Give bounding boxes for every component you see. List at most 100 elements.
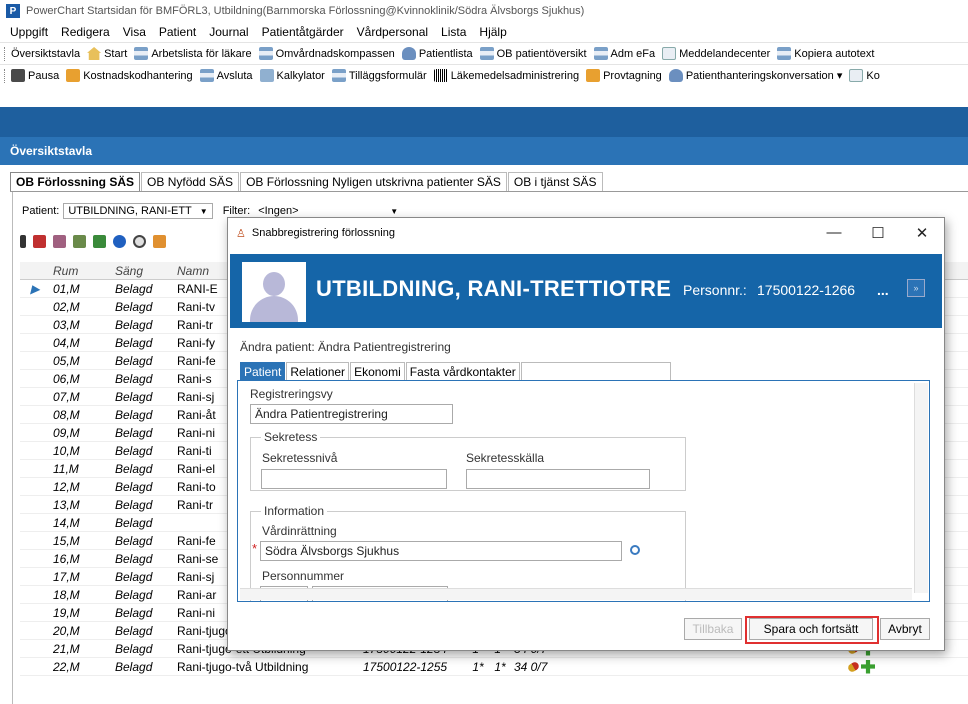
cell-rum: 09,M [53, 425, 80, 440]
tab-fasta-vardkontakter[interactable]: Fasta vårdkontakter [405, 362, 520, 381]
toolbar-button-8[interactable]: Ko [849, 69, 880, 82]
toolbar-secondary: Pausa Kostnadskodhantering Avsluta Kalkylat… [0, 64, 968, 86]
toolbar-button-label: Kostnadskodhantering [83, 69, 193, 82]
menu-item-7[interactable]: Lista [441, 25, 466, 39]
tab-1[interactable]: OB Nyfödd SÄS [141, 172, 240, 192]
tab-relationer[interactable]: Relationer [286, 362, 350, 381]
row-status-icons [846, 659, 875, 674]
minimize-button[interactable]: — [812, 224, 856, 242]
cell-sang: Belagd [115, 605, 153, 620]
tab-ekonomi[interactable]: Ekonomi [350, 362, 405, 381]
header-rum[interactable]: Rum [50, 264, 112, 278]
menu-item-4[interactable]: Journal [209, 25, 248, 39]
toolbar-button-8[interactable]: Kopiera autotext [777, 47, 874, 60]
menu-item-0[interactable]: Uppgift [10, 25, 48, 39]
cell-sang: Belagd [115, 497, 153, 512]
sekretessniva-field[interactable] [261, 469, 447, 489]
toolbar-button-6[interactable]: Provtagning [586, 69, 662, 82]
vardinrattning-label: Vårdinrättning [262, 524, 337, 538]
vardinrattning-field[interactable]: Södra Älvsborgs Sjukhus [260, 541, 622, 561]
menu-item-3[interactable]: Patient [159, 25, 196, 39]
maximize-button[interactable]: ☐ [856, 224, 900, 242]
toolbar-grip[interactable] [4, 68, 7, 83]
horizontal-scrollbar[interactable] [240, 588, 912, 600]
pause-icon [11, 69, 25, 82]
tab-2[interactable]: OB Förlossning Nyligen utskrivna patient… [240, 172, 507, 192]
header-sang[interactable]: Säng [112, 264, 174, 278]
form-icon[interactable] [53, 234, 66, 248]
menu-item-1[interactable]: Redigera [61, 25, 110, 39]
toolbar-button-label: Arbetslista för läkare [151, 47, 252, 60]
toolbar-button-5[interactable]: Läkemedelsadministrering [433, 69, 579, 82]
tab-3[interactable]: OB i tjänst SÄS [507, 172, 603, 192]
edit-icon[interactable] [33, 234, 46, 248]
pnr-value: 17500122-1266 [757, 282, 856, 298]
toolbar-grip[interactable] [4, 46, 7, 61]
user-icon[interactable] [153, 234, 166, 248]
cell-rum: 11,M [53, 461, 79, 476]
grid-icon [134, 47, 149, 60]
add-icon[interactable] [861, 659, 875, 674]
person-icon[interactable] [20, 234, 26, 248]
registreringsvy-field[interactable]: Ändra Patientregistrering [250, 404, 453, 424]
toolbar-button-3[interactable]: Kalkylator [259, 69, 325, 82]
back-button[interactable]: Tillbaka [684, 618, 742, 640]
toolbar-button-7[interactable]: Patienthanteringskonversation ▾ [668, 69, 842, 82]
expand-icon[interactable]: » [907, 279, 925, 297]
toolbar-button-2[interactable]: Avsluta [199, 69, 253, 82]
cell-sang: Belagd [115, 317, 153, 332]
search-icon[interactable] [630, 545, 640, 555]
cell-sang: Belagd [115, 281, 153, 296]
cell-rum: 01,M [53, 281, 80, 296]
toolbar-button-label: OB patientöversikt [496, 47, 587, 60]
more-button[interactable]: ... [877, 282, 889, 298]
toolbar-button-7[interactable]: Meddelandecenter [662, 47, 770, 60]
refresh-icon[interactable] [113, 234, 126, 248]
toolbar-button-1[interactable]: Kostnadskodhantering [66, 69, 193, 82]
vertical-scrollbar[interactable] [914, 383, 928, 593]
menu-item-8[interactable]: Hjälp [479, 25, 506, 39]
toolbar-button-label: Pausa [28, 69, 60, 82]
cell-sang: Belagd [115, 569, 153, 584]
toolbar-button-1[interactable]: Start [87, 47, 127, 60]
cell-namn: Rani-tjugo-två Utbildning [177, 659, 309, 674]
barcode-icon [433, 69, 448, 82]
cell-rum: 08,M [53, 407, 80, 422]
toolbar-button-6[interactable]: Adm eFa [593, 47, 655, 60]
toolbar-button-0[interactable]: Översiktstavla [11, 48, 80, 60]
tab-patient[interactable]: Patient [240, 362, 286, 381]
toolbar-button-4[interactable]: Tilläggsformulär [331, 69, 427, 82]
sekretess-legend: Sekretess [261, 430, 321, 444]
clock-icon[interactable] [133, 234, 146, 248]
menu-item-2[interactable]: Visa [123, 25, 146, 39]
person-icon [668, 69, 683, 82]
toolbar-button-label: Patientlista [418, 47, 473, 60]
menu-item-5[interactable]: Patientåtgärder [262, 25, 344, 39]
toolbar-button-4[interactable]: Patientlista [401, 47, 473, 60]
cancel-button[interactable]: Avbryt [880, 618, 930, 640]
medication-icon[interactable] [73, 234, 86, 248]
close-button[interactable]: ✕ [900, 224, 944, 242]
dialog-titlebar: ♙ Snabbregistrering förlossning — ☐ ✕ [228, 218, 944, 248]
patient-select[interactable]: UTBILDNING, RANI-ETT ▼ [63, 203, 213, 219]
toolbar-primary: Översiktstavla Start Arbetslista för läkar… [0, 42, 968, 64]
chart-icon[interactable] [93, 234, 106, 248]
cell-rum: 10,M [53, 443, 80, 458]
toolbar-button-0[interactable]: Pausa [11, 69, 59, 82]
medication-icon[interactable] [846, 660, 861, 673]
cell-sang: Belagd [115, 641, 153, 656]
tab-0[interactable]: OB Förlossning SÄS [10, 172, 141, 192]
form-icon [331, 69, 346, 82]
cell-sang: Belagd [115, 587, 153, 602]
toolbar-button-2[interactable]: Arbetslista för läkare [134, 47, 252, 60]
cell-rum: 07,M [53, 389, 80, 404]
cell-rum: 05,M [53, 353, 80, 368]
sekretesskalla-field[interactable] [466, 469, 650, 489]
toolbar-button-3[interactable]: Omvårdnadskompassen [258, 47, 395, 60]
patient-banner: UTBILDNING, RANI-TRETTIOTRE Personnr.: 1… [230, 254, 942, 328]
toolbar-button-5[interactable]: OB patientöversikt [479, 47, 587, 60]
header-band [0, 107, 968, 137]
table-row[interactable]: 22,M Belagd Rani-tjugo-två Utbildning 17500… [20, 658, 968, 676]
cell-rum: 19,M [53, 605, 80, 620]
menu-item-6[interactable]: Vårdpersonal [357, 25, 428, 39]
